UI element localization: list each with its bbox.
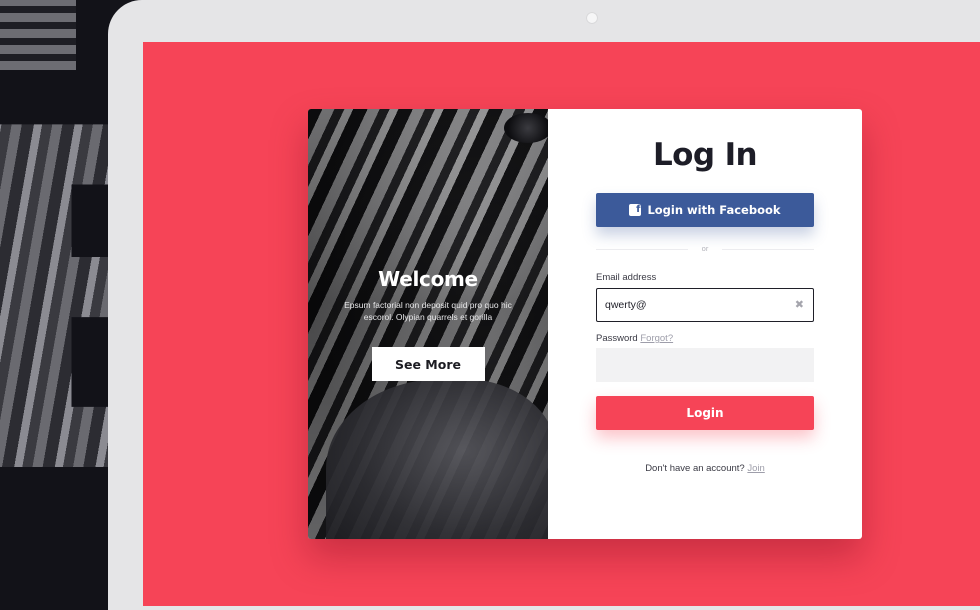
signup-row: Don't have an account? Join	[548, 463, 862, 474]
welcome-text: Epsum factorial non deposit quid pro quo…	[344, 300, 512, 322]
password-label-row: Password Forgot?	[596, 333, 673, 344]
login-card: Welcome Epsum factorial non deposit quid…	[308, 109, 862, 539]
facebook-login-label: Login with Facebook	[647, 203, 781, 217]
background-zebra-panel: B	[0, 0, 110, 610]
password-label: Password	[596, 333, 638, 344]
login-panel: Log In f Login with Facebook or Email ad…	[548, 109, 862, 539]
email-label: Email address	[596, 272, 657, 283]
welcome-content: Welcome Epsum factorial non deposit quid…	[308, 267, 548, 381]
clear-icon[interactable]: ✖	[795, 298, 804, 312]
see-more-button[interactable]: See More	[371, 347, 485, 381]
divider-text: or	[701, 244, 709, 253]
page-title: Log In	[652, 137, 758, 173]
zebra-eye-image	[504, 113, 548, 143]
email-field[interactable]	[605, 289, 785, 320]
zebra-muzzle-image	[326, 379, 548, 539]
welcome-title: Welcome	[378, 267, 478, 291]
divider: or	[596, 243, 814, 255]
password-field[interactable]	[596, 348, 814, 382]
background-letter-decoration: B	[0, 70, 110, 540]
camera-icon	[586, 12, 598, 24]
forgot-password-link[interactable]: Forgot?	[640, 333, 673, 344]
join-link[interactable]: Join	[747, 463, 764, 474]
login-button[interactable]: Login	[596, 396, 814, 430]
signup-prompt: Don't have an account?	[645, 463, 745, 474]
welcome-panel: Welcome Epsum factorial non deposit quid…	[308, 109, 548, 539]
facebook-icon: f	[629, 204, 642, 216]
facebook-login-button[interactable]: f Login with Facebook	[596, 193, 814, 227]
email-field-wrapper: ✖	[596, 288, 814, 322]
